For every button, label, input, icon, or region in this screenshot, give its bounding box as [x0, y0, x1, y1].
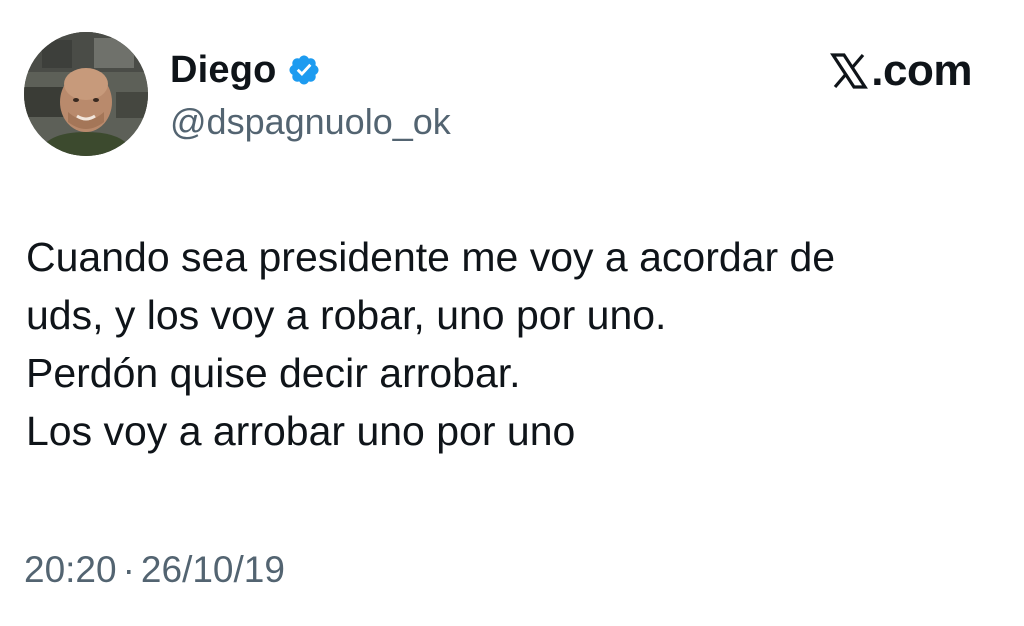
- tweet-date: 26/10/19: [140, 549, 285, 590]
- avatar-photo: [24, 32, 148, 156]
- tweet-text-line: Perdón quise decir arrobar.: [26, 350, 521, 396]
- tweet-text-line: uds, y los voy a robar, uno por uno.: [26, 292, 667, 338]
- author-handle[interactable]: @dspagnuolo_ok: [170, 100, 451, 144]
- brand-watermark: .com: [829, 46, 972, 96]
- tweet-time: 20:20: [24, 549, 117, 590]
- author-name-row: Diego: [170, 45, 321, 95]
- tweet-card: Diego @dspagnuolo_ok .com Cuando sea pre…: [0, 0, 1024, 626]
- author-avatar[interactable]: [24, 32, 148, 156]
- tweet-text: Cuando sea presidente me voy a acordar d…: [26, 228, 996, 460]
- meta-separator: ·: [122, 549, 135, 590]
- x-logo-icon: [829, 51, 869, 91]
- author-display-name[interactable]: Diego: [170, 45, 277, 95]
- tweet-timestamp[interactable]: 20:20 · 26/10/19: [24, 545, 285, 595]
- brand-domain-text: .com: [871, 46, 972, 95]
- tweet-text-line: Cuando sea presidente me voy a acordar d…: [26, 234, 836, 280]
- tweet-text-line: Los voy a arrobar uno por uno: [26, 408, 576, 454]
- verified-badge-icon: [287, 53, 321, 87]
